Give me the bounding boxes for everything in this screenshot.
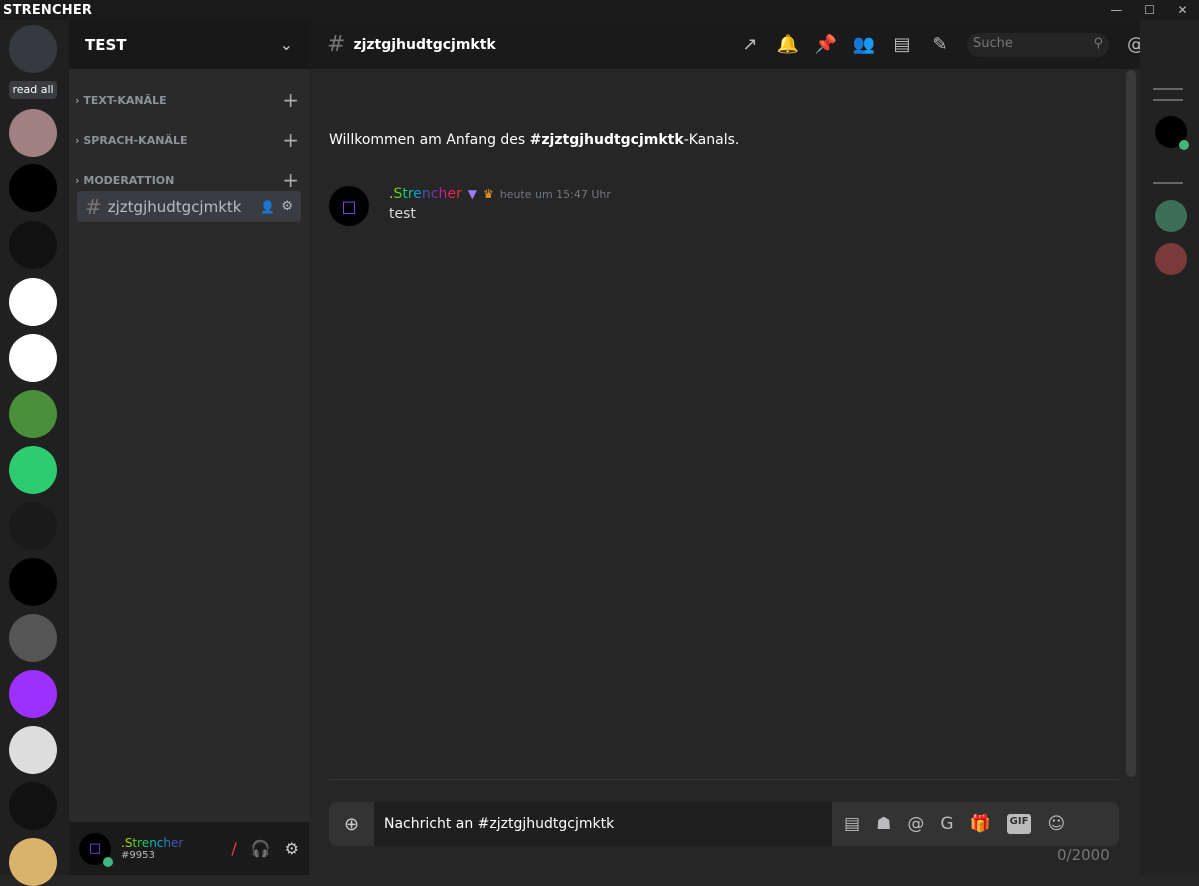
mute-microphone-icon[interactable]: ∕ [231, 839, 236, 858]
title-bar: STRENCHER — ☐ ✕ [0, 0, 1199, 20]
minimize-button[interactable]: — [1100, 0, 1133, 20]
server-icon-strencher-twitch-2[interactable] [9, 558, 57, 606]
external-link-icon[interactable]: ↗ [739, 34, 761, 56]
chat-area: # zjztgjhudtgcjmktk ↗ 🔔 📌 👥 ▤ ✎ Suche ⚲ @… [309, 20, 1199, 875]
gif-button[interactable]: GIF [1006, 814, 1032, 834]
crown-icon: ♛ [482, 187, 494, 201]
avatar[interactable]: □ [79, 832, 113, 867]
list-icon[interactable]: ▤ [844, 814, 860, 834]
server-icon-localhost[interactable] [9, 221, 57, 269]
server-icon-3d-server[interactable] [9, 278, 57, 326]
channel-title: zjztgjhudtgcjmktk [353, 36, 496, 53]
translate-icon[interactable]: G [940, 814, 953, 834]
message-placeholder: Nachricht an #zjztgjhudtgcjmktk [384, 816, 615, 832]
members-icon[interactable]: 👥 [853, 34, 875, 56]
settings-gear-icon[interactable]: ⚙ [285, 839, 299, 858]
emoji-icon[interactable]: ☺ [1047, 814, 1065, 834]
add-channel-icon[interactable]: + [282, 168, 299, 192]
message-composer: ⊕ Nachricht an #zjztgjhudtgcjmktk ▤ ☗ @ … [329, 802, 1119, 846]
pin-icon[interactable]: 📌 [815, 34, 837, 56]
bell-icon[interactable]: 🔔 [777, 34, 799, 56]
message-input[interactable]: Nachricht an #zjztgjhudtgcjmktk [374, 802, 832, 846]
message-timestamp: heute um 15:47 Uhr [499, 187, 611, 201]
category-label: TEXT-KANÄLE [83, 93, 167, 107]
search-placeholder: Suche [973, 35, 1013, 51]
user-tag: #9953 [121, 850, 155, 861]
divider [1153, 88, 1183, 90]
maximize-button[interactable]: ☐ [1133, 0, 1166, 20]
channel-welcome: Willkommen am Anfang des #zjztgjhudtgcjm… [329, 132, 740, 148]
server-icon-s-server[interactable] [9, 502, 57, 550]
close-button[interactable]: ✕ [1166, 0, 1199, 20]
scrollbar[interactable] [1126, 70, 1136, 777]
server-icon-anime-server[interactable] [9, 838, 57, 886]
message-author[interactable]: .Strencher [389, 186, 462, 202]
twitch-badge-icon: ▼ [467, 187, 477, 201]
attach-plus-icon[interactable]: ⊕ [329, 814, 374, 835]
chevron-down-icon: ⌄ [279, 35, 293, 54]
mention-icon[interactable]: @ [907, 814, 924, 834]
invite-icon[interactable]: 👤 [260, 200, 275, 214]
avatar[interactable]: □ [329, 186, 369, 226]
category-label: SPRACH-KANÄLE [83, 133, 188, 147]
message-text: test [389, 206, 416, 222]
server-icon-pepe-server[interactable] [9, 390, 57, 438]
app-title: STRENCHER [3, 2, 93, 18]
category-moderation[interactable]: › MODERATTION + [75, 168, 299, 192]
divider [1153, 99, 1183, 101]
category-text[interactable]: › TEXT-KANÄLE + [75, 88, 299, 112]
member-avatar[interactable] [1155, 243, 1187, 275]
divider [329, 779, 1119, 780]
search-icon: ⚲ [1093, 35, 1103, 51]
server-name: TEST [85, 35, 127, 54]
server-icon-discord-home[interactable] [9, 25, 57, 73]
notes-icon[interactable]: ▤ [891, 34, 913, 56]
channel-sidebar: TEST ⌄ › TEXT-KANÄLE + › SPRACH-KANÄLE + ›… [69, 20, 309, 875]
message: □ .Strencher ▼ ♛ heute um 15:47 Uhr test [329, 186, 611, 226]
hash-icon: # [327, 32, 346, 57]
member-avatar[interactable] [1155, 116, 1189, 150]
gift-icon[interactable]: 🎁 [970, 814, 991, 834]
character-counter: 0/2000 [1057, 846, 1110, 864]
category-label: MODERATTION [83, 173, 175, 187]
edit-document-icon[interactable]: ✎ [929, 34, 951, 56]
headphones-icon[interactable]: 🎧 [251, 839, 271, 858]
server-icon-strencher-twitch[interactable] [9, 164, 57, 212]
server-icon-sword-server[interactable] [9, 446, 57, 494]
server-header[interactable]: TEST ⌄ [69, 20, 309, 69]
user-panel: □ .Strencher #9953 ∕ 🎧 ⚙ [69, 822, 309, 875]
status-online-icon [1179, 140, 1189, 150]
username: .Strencher [121, 836, 231, 850]
member-list [1140, 20, 1199, 875]
add-channel-icon[interactable]: + [282, 128, 299, 152]
member-avatar[interactable] [1155, 200, 1187, 232]
server-icon-white-server[interactable] [9, 726, 57, 774]
server-icon-get-on-my-lvl[interactable] [9, 782, 57, 830]
server-list: read all [0, 20, 69, 886]
status-online-icon [103, 856, 113, 867]
add-channel-icon[interactable]: + [282, 88, 299, 112]
server-icon-red-eyes-server[interactable] [9, 109, 57, 157]
search-input[interactable]: Suche ⚲ [967, 32, 1109, 57]
gear-icon[interactable]: ⚙ [281, 199, 293, 214]
channel-item[interactable]: # zjztgjhudtgcjmktk 👤 ⚙ [77, 191, 301, 222]
locked-hash-icon: # [85, 194, 102, 219]
divider [1153, 182, 1183, 184]
server-icon-hs-server[interactable] [9, 614, 57, 662]
channel-name: zjztgjhudtgcjmktk [107, 197, 242, 216]
category-voice[interactable]: › SPRACH-KANÄLE + [75, 128, 299, 152]
ghost-icon[interactable]: ☗ [876, 814, 891, 834]
server-icon-3d-server-2[interactable] [9, 334, 57, 382]
read-all-button[interactable]: read all [9, 81, 57, 99]
server-icon-c-server[interactable] [9, 670, 57, 718]
